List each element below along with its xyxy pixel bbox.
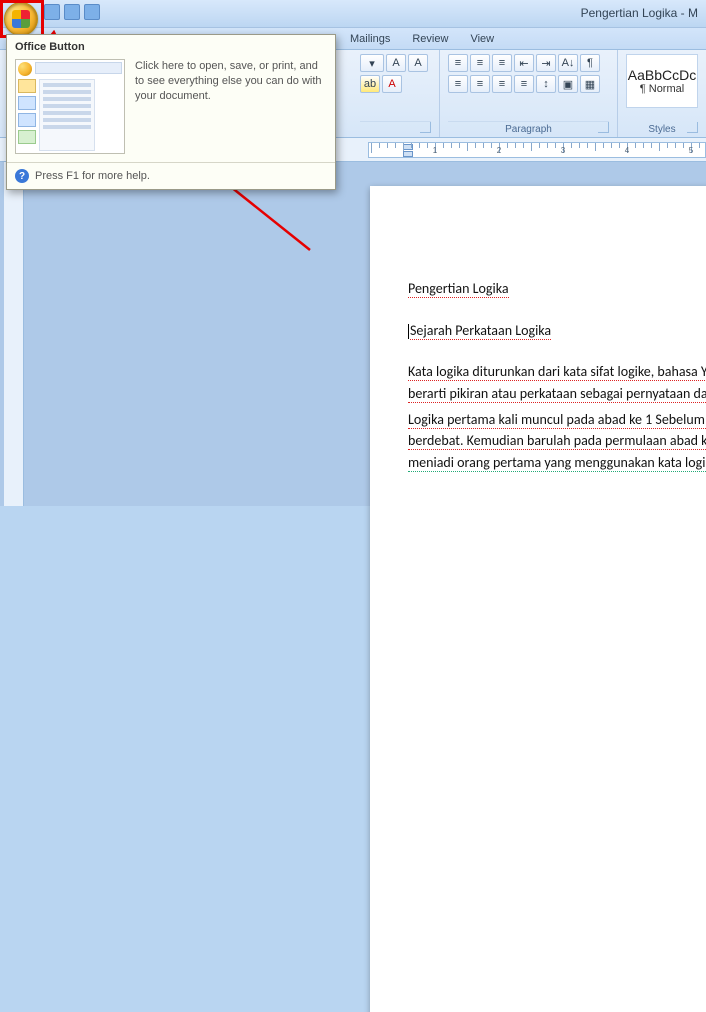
styles-group: AaBbCcDc ¶ Normal Styles xyxy=(618,50,706,137)
grow-font-button[interactable]: A xyxy=(386,54,406,72)
thumb-save-icon xyxy=(18,113,36,127)
bulleted-list-button[interactable]: ≡ xyxy=(448,54,468,72)
style-name: ¶ Normal xyxy=(640,83,684,95)
page[interactable]: Pengertian Logika Sejarah Perkataan Logi… xyxy=(370,186,706,1012)
title-bar: Pengertian Logika - M xyxy=(0,0,706,28)
horizontal-ruler[interactable]: 1234567 xyxy=(368,142,706,158)
office-button[interactable] xyxy=(4,2,38,36)
tab-mailings[interactable]: Mailings xyxy=(350,33,390,45)
window-title: Pengertian Logika - M xyxy=(581,6,698,20)
office-button-tooltip: Office Button Click here to open, save, … xyxy=(6,34,336,190)
quick-access-toolbar xyxy=(44,4,100,20)
line-spacing-button[interactable]: ↕ xyxy=(536,75,556,93)
thumb-recent-list xyxy=(39,79,95,151)
font-group-label xyxy=(360,121,431,135)
align-right-button[interactable]: ≡ xyxy=(492,75,512,93)
decrease-indent-button[interactable]: ⇤ xyxy=(514,54,534,72)
sort-button[interactable]: A↓ xyxy=(558,54,578,72)
font-group: ▾ A A ab A xyxy=(352,50,440,137)
numbered-list-button[interactable]: ≡ xyxy=(470,54,490,72)
vertical-ruler[interactable] xyxy=(4,162,24,506)
paragraph-group-label: Paragraph xyxy=(448,121,609,135)
justify-button[interactable]: ≡ xyxy=(514,75,534,93)
thumb-office-icon xyxy=(18,62,32,76)
font-size-combo[interactable]: ▾ xyxy=(360,54,384,72)
thumb-open-icon xyxy=(18,96,36,110)
thumb-print-icon xyxy=(18,130,36,144)
doc-p2-line1: Logika pertama kali muncul pada abad ke … xyxy=(408,411,706,429)
doc-p1-line1: Kata logika diturunkan dari kata sifat l… xyxy=(408,363,706,381)
multilevel-list-button[interactable]: ≡ xyxy=(492,54,512,72)
doc-heading-1: Pengertian Logika xyxy=(408,280,509,298)
thumb-new-icon xyxy=(18,79,36,93)
doc-p2-line2: berdebat. Kemudian barulah pada permulaa… xyxy=(408,432,706,450)
align-left-button[interactable]: ≡ xyxy=(448,75,468,93)
qat-redo-icon[interactable] xyxy=(84,4,100,20)
help-icon: ? xyxy=(15,169,29,183)
highlight-button[interactable]: ab xyxy=(360,75,380,93)
hanging-indent[interactable] xyxy=(403,151,413,157)
doc-p2-line3: meniadi orang pertama yang menggunakan k… xyxy=(408,454,706,472)
font-color-button[interactable]: A xyxy=(382,75,402,93)
borders-button[interactable]: ▦ xyxy=(580,75,600,93)
increase-indent-button[interactable]: ⇥ xyxy=(536,54,556,72)
shading-button[interactable]: ▣ xyxy=(558,75,578,93)
show-marks-button[interactable]: ¶ xyxy=(580,54,600,72)
style-normal[interactable]: AaBbCcDc ¶ Normal xyxy=(626,54,698,108)
doc-heading-2: Sejarah Perkataan Logika xyxy=(410,322,551,340)
doc-p1-line2: berarti pikiran atau perkataan sebagai p… xyxy=(408,385,706,403)
tooltip-desc: Click here to open, save, or print, and … xyxy=(135,59,327,154)
tab-review[interactable]: Review xyxy=(412,33,448,45)
qat-save-icon[interactable] xyxy=(44,4,60,20)
page-content: Pengertian Logika Sejarah Perkataan Logi… xyxy=(370,186,706,474)
style-sample: AaBbCcDc xyxy=(628,67,696,83)
styles-group-label: Styles xyxy=(626,122,698,135)
tooltip-footer: Press F1 for more help. xyxy=(35,170,150,182)
tooltip-thumbnail xyxy=(15,59,125,154)
tooltip-title: Office Button xyxy=(7,35,335,55)
shrink-font-button[interactable]: A xyxy=(408,54,428,72)
tab-view[interactable]: View xyxy=(470,33,494,45)
align-center-button[interactable]: ≡ xyxy=(470,75,490,93)
document-area: Pengertian Logika Sejarah Perkataan Logi… xyxy=(0,162,706,506)
paragraph-group: ≡ ≡ ≡ ⇤ ⇥ A↓ ¶ ≡ ≡ ≡ ≡ ↕ ▣ ▦ Paragraph xyxy=(440,50,618,137)
qat-undo-icon[interactable] xyxy=(64,4,80,20)
